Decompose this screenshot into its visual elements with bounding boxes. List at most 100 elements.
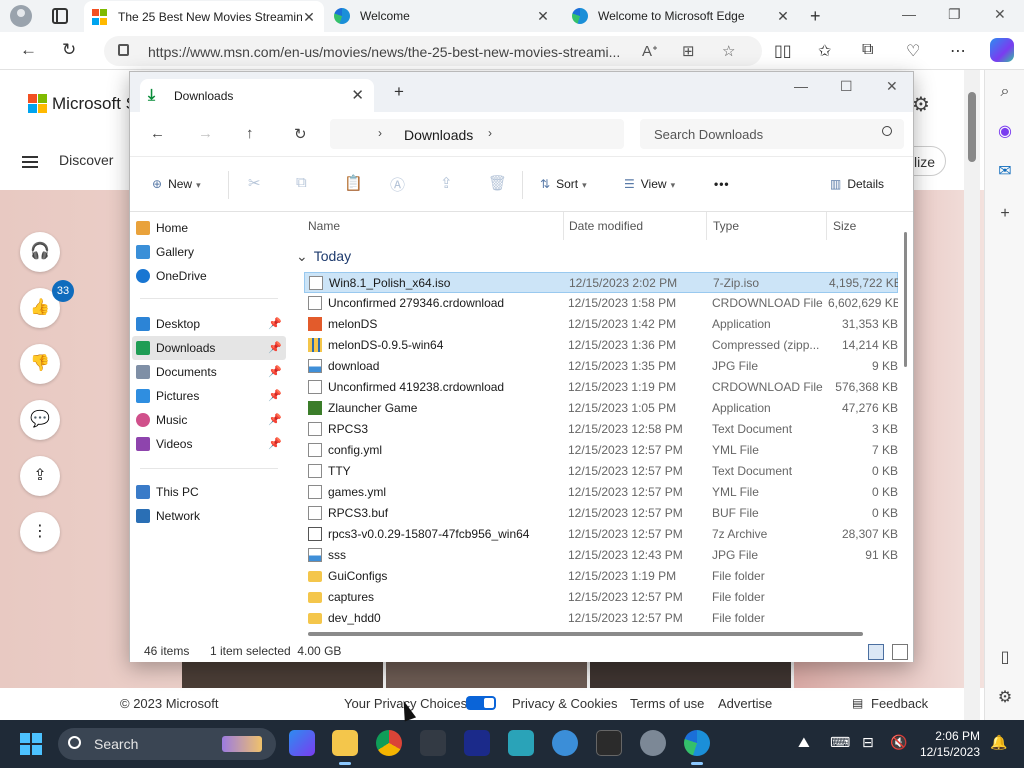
group-header-today[interactable]: Today (296, 248, 351, 265)
table-row[interactable]: captures 12/15/2023 12:57 PM File folder (304, 587, 898, 608)
browser-tab-welcome-edge[interactable]: Welcome to Microsoft Edge ✕ (564, 0, 798, 32)
close-tab-icon[interactable]: ✕ (536, 8, 550, 25)
minimize-button[interactable]: — (794, 78, 808, 94)
pin-icon[interactable]: 📌 (268, 384, 282, 408)
nav-item-music[interactable]: Music 📌 (132, 408, 286, 432)
browser-tab-movies[interactable]: The 25 Best New Movies Streaming ✕ (84, 1, 324, 33)
nav-item-desktop[interactable]: Desktop 📌 (132, 312, 286, 336)
add-icon[interactable]: + (995, 204, 1015, 224)
gear-icon[interactable]: ⚙ (912, 92, 930, 117)
close-window-button[interactable]: ✕ (994, 6, 1006, 23)
up-arrow-icon[interactable]: ↑ (246, 125, 254, 142)
refresh-icon[interactable]: ↻ (294, 125, 307, 143)
collections-icon[interactable]: ⧉ (862, 41, 873, 59)
favorites-icon[interactable]: ✩ (818, 41, 831, 61)
nav-item-home[interactable]: Home (132, 216, 286, 240)
split-screen-icon[interactable]: ▯▯ (774, 41, 792, 61)
shield-app-icon[interactable] (420, 730, 446, 756)
network-icon[interactable]: ⊟ (862, 734, 874, 751)
view-button[interactable]: ☰ View ▾ (624, 177, 675, 191)
table-row[interactable]: games.yml 12/15/2023 12:57 PM YML File 0 KB (304, 482, 898, 503)
terminal-icon[interactable] (596, 730, 622, 756)
copilot-sidebar-icon[interactable]: ◉ (995, 122, 1015, 142)
pin-icon[interactable]: 📌 (268, 432, 282, 456)
chrome-icon[interactable] (376, 730, 402, 756)
delete-icon[interactable]: 🗑 (488, 174, 507, 192)
table-row[interactable]: download 12/15/2023 1:35 PM JPG File 9 KB (304, 356, 898, 377)
more-options-button[interactable]: ••• (714, 177, 730, 191)
bell-icon[interactable]: 🔔 (990, 734, 1007, 751)
chevron-right-icon[interactable]: › (378, 126, 382, 140)
outlook-icon[interactable]: ✉ (995, 162, 1015, 182)
pin-icon[interactable]: 📌 (268, 360, 282, 384)
table-row[interactable]: rpcs3-v0.0.29-15807-47fcb956_win64 12/15/… (304, 524, 898, 545)
table-row[interactable]: RPCS3 12/15/2023 12:58 PM Text Document 3 K… (304, 419, 898, 440)
back-arrow-icon[interactable]: ← (20, 40, 37, 60)
table-row[interactable]: Win8.1_Polish_x64.iso 12/15/2023 2:02 PM 7… (304, 272, 898, 293)
feedback-button[interactable]: Feedback (871, 696, 928, 711)
table-row[interactable]: TTY 12/15/2023 12:57 PM Text Document 0 KB (304, 461, 898, 482)
copilot-taskbar-icon[interactable] (289, 730, 315, 756)
table-row[interactable]: config.yml 12/15/2023 12:57 PM YML File 7 K… (304, 440, 898, 461)
column-header-name[interactable]: Name (302, 212, 564, 240)
rename-icon[interactable]: Ⓐ (390, 174, 405, 195)
volume-icon[interactable]: 🔇 (890, 734, 907, 751)
headphones-icon[interactable]: 🎧 (20, 232, 60, 272)
nav-item-downloads[interactable]: Downloads 📌 (132, 336, 286, 360)
table-row[interactable]: RPCS3.buf 12/15/2023 12:57 PM BUF File 0 KB (304, 503, 898, 524)
tiles-view-icon[interactable] (892, 644, 908, 660)
maximize-button[interactable]: ❐ (948, 6, 961, 23)
page-scrollbar[interactable] (964, 70, 980, 720)
notification-area-icon[interactable]: ⛰ (798, 734, 810, 751)
table-row[interactable]: melonDS-0.9.5-win64 12/15/2023 1:36 PM Com… (304, 335, 898, 356)
keyboard-icon[interactable]: ⌨ (830, 734, 850, 751)
details-view-icon[interactable] (868, 644, 884, 660)
new-tab-button[interactable]: + (810, 6, 821, 27)
browser-essentials-icon[interactable]: ♡ (906, 41, 920, 61)
windows-start-icon[interactable] (20, 733, 42, 755)
settings-more-icon[interactable]: ⋯ (950, 41, 966, 61)
new-explorer-tab-button[interactable]: + (394, 82, 404, 102)
explorer-address-bar[interactable]: › Downloads › (330, 119, 624, 149)
terms-link[interactable]: Terms of use (630, 696, 704, 711)
table-row[interactable]: GuiConfigs 12/15/2023 1:19 PM File folder (304, 566, 898, 587)
scrollbar-thumb[interactable] (968, 92, 976, 162)
thumbs-down-icon[interactable]: 👎 (20, 344, 60, 384)
lock-icon[interactable] (118, 44, 129, 56)
pin-icon[interactable]: 📌 (268, 312, 282, 336)
back-arrow-icon[interactable]: ← (150, 125, 165, 142)
nav-item-videos[interactable]: Videos 📌 (132, 432, 286, 456)
refresh-icon[interactable]: ↻ (62, 40, 76, 60)
table-row[interactable]: sss 12/15/2023 12:43 PM JPG File 91 KB (304, 545, 898, 566)
close-tab-icon[interactable]: ✕ (351, 86, 364, 104)
share-icon[interactable]: ⇪ (20, 456, 60, 496)
more-options-icon[interactable]: ⋮ (20, 512, 60, 552)
monitor-app-icon[interactable] (508, 730, 534, 756)
breadcrumb-downloads[interactable]: Downloads (404, 127, 473, 143)
address-bar[interactable]: https://www.msn.com/en-us/movies/news/th… (104, 36, 762, 66)
table-row[interactable]: Unconfirmed 419238.crdownload 12/15/2023 … (304, 377, 898, 398)
column-header-date[interactable]: Date modified (563, 212, 707, 240)
pin-icon[interactable]: 📌 (268, 408, 282, 432)
pin-icon[interactable]: 📌 (268, 336, 282, 360)
column-header-type[interactable]: Type (707, 212, 827, 240)
globe-app-icon[interactable] (552, 730, 578, 756)
privacy-choices-icon[interactable] (466, 696, 496, 710)
workspaces-icon[interactable] (52, 8, 68, 24)
microsoft-logo-icon[interactable] (28, 94, 47, 113)
table-row[interactable]: Unconfirmed 279346.crdownload 12/15/2023 … (304, 293, 898, 314)
close-tab-icon[interactable]: ✕ (776, 8, 790, 25)
new-button[interactable]: ⊕ New ▾ (152, 177, 201, 191)
taskbar-search[interactable]: Search (58, 728, 276, 760)
settings-gear-icon[interactable] (640, 730, 666, 756)
reader-view-icon[interactable]: ⊞ (682, 42, 695, 60)
nav-item-documents[interactable]: Documents 📌 (132, 360, 286, 384)
explorer-tab-downloads[interactable]: ⤓ Downloads ✕ (140, 79, 374, 112)
close-tab-icon[interactable]: ✕ (302, 9, 316, 26)
maximize-button[interactable]: ☐ (840, 78, 853, 95)
nav-item-gallery[interactable]: Gallery (132, 240, 286, 264)
profile-icon[interactable] (10, 5, 32, 27)
table-row[interactable]: Zlauncher Game 12/15/2023 1:05 PM Applicat… (304, 398, 898, 419)
share-icon[interactable]: ⇪ (440, 174, 453, 192)
horizontal-scrollbar[interactable] (308, 632, 863, 636)
